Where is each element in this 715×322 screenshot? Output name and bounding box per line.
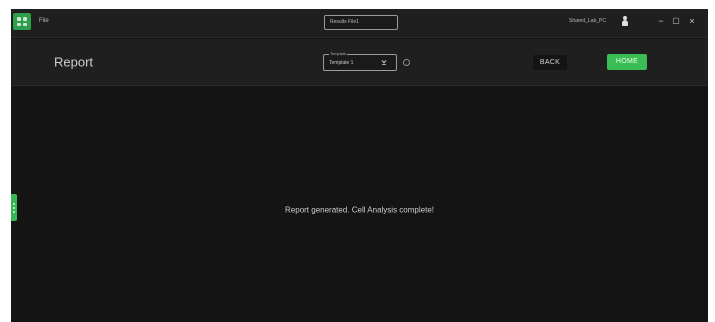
results-file-field[interactable]: Results File1 (324, 15, 398, 30)
home-button[interactable]: HOME (607, 54, 647, 70)
user-icon[interactable] (622, 16, 628, 26)
close-button[interactable]: × (685, 14, 699, 28)
template-select-label: Template (329, 51, 348, 56)
title-bar: File Results File1 Shared_Lab_PC − ▢ × (11, 9, 708, 38)
user-name-label: Shared_Lab_PC (569, 18, 606, 24)
app-window: File Results File1 Shared_Lab_PC − ▢ × R… (11, 9, 708, 322)
template-select[interactable]: Template Template 1 (323, 51, 397, 71)
app-grid-icon[interactable] (13, 13, 31, 30)
page-header: Report Template Template 1 BACK HOME (11, 39, 708, 86)
dropdown-icon (381, 60, 387, 65)
template-select-value: Template 1 (329, 60, 354, 66)
settings-icon[interactable] (403, 59, 410, 66)
menu-file[interactable]: File (39, 18, 49, 24)
page-title: Report (54, 54, 94, 70)
report-content-area: Report generated. Cell Analysis complete… (11, 87, 708, 322)
status-message: Report generated. Cell Analysis complete… (285, 205, 434, 215)
maximize-button[interactable]: ▢ (669, 14, 683, 28)
minimize-button[interactable]: − (654, 14, 668, 28)
back-button[interactable]: BACK (533, 55, 567, 70)
